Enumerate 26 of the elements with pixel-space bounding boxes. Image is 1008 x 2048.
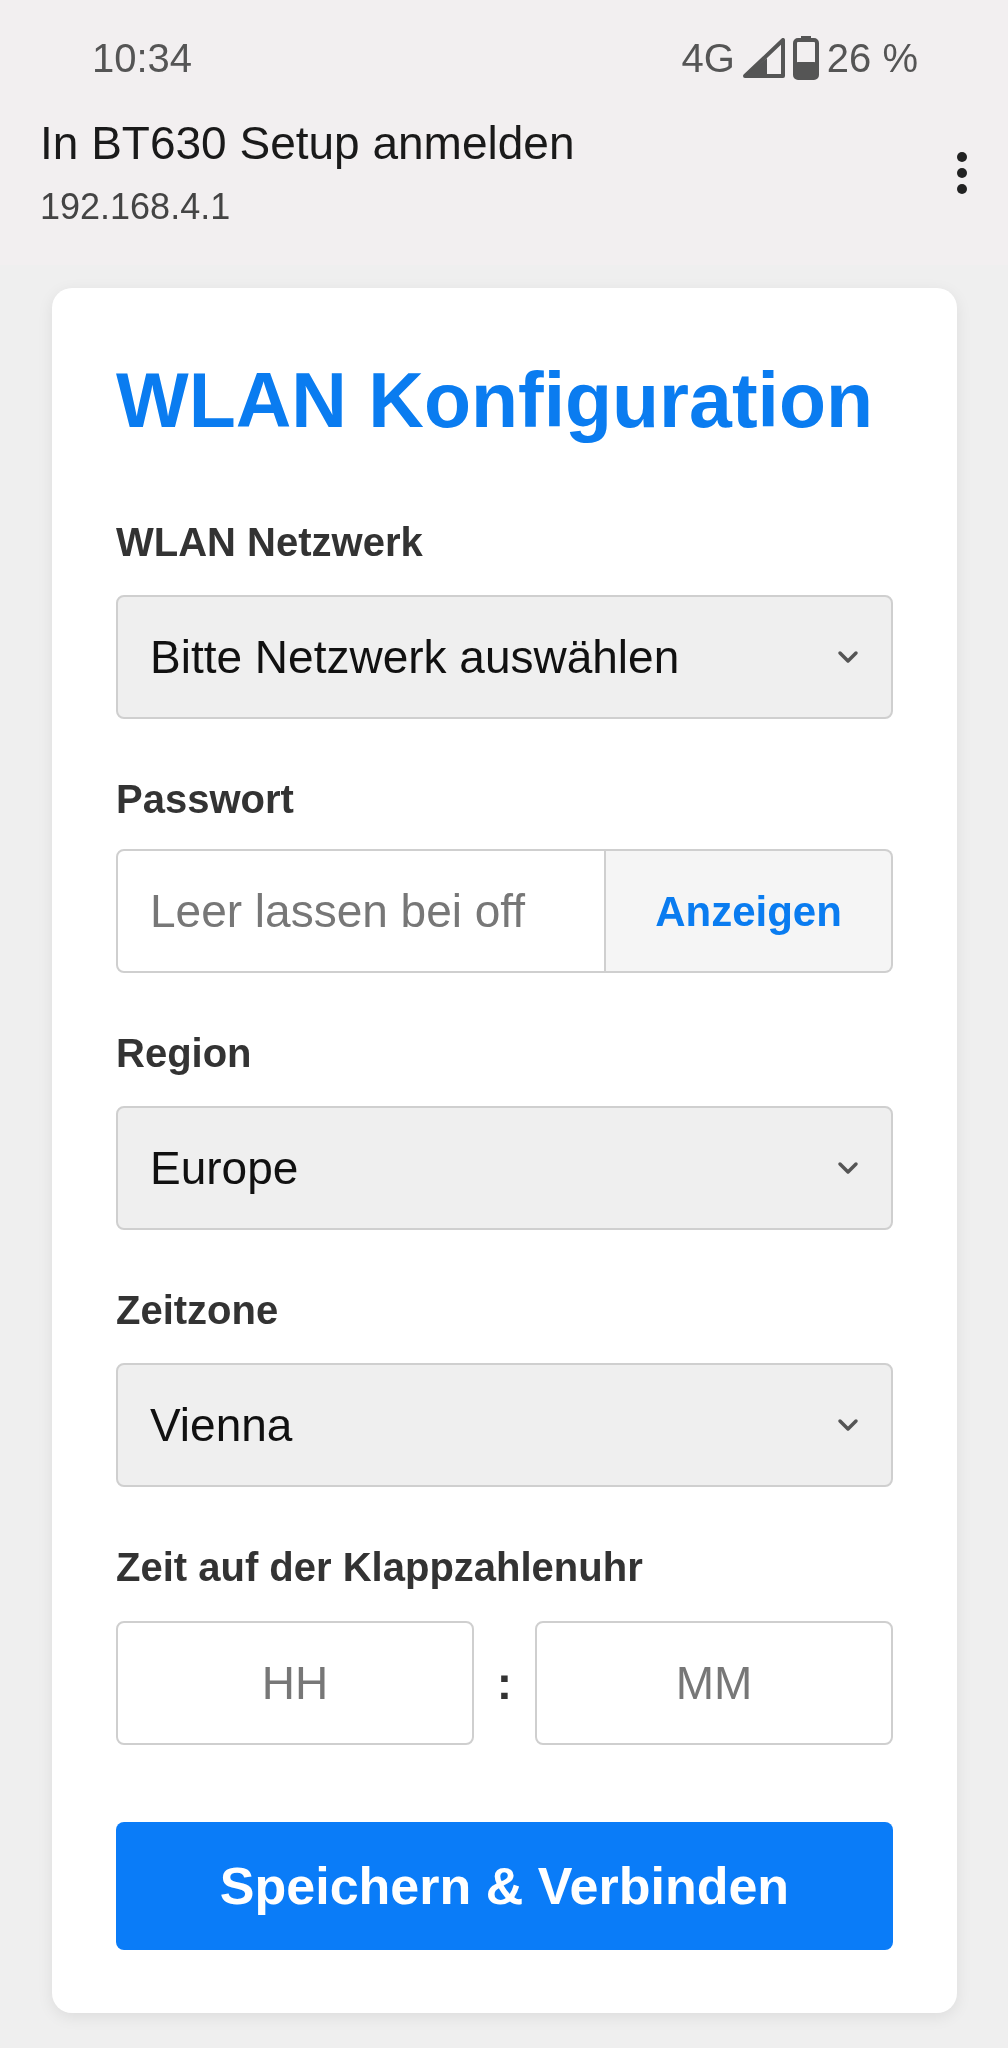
network-type: 4G bbox=[681, 34, 735, 82]
select-field[interactable]: Bitte Netzwerk auswählen bbox=[116, 595, 893, 719]
field-label: Passwort bbox=[116, 776, 295, 823]
signal-icon bbox=[742, 37, 785, 78]
show-password-button[interactable]: Anzeigen bbox=[606, 849, 893, 973]
chevron-down-icon bbox=[837, 1161, 859, 1175]
minutes-field[interactable]: MM bbox=[535, 1621, 893, 1745]
field-label: Zeitzone bbox=[116, 1287, 280, 1334]
password-field[interactable]: Leer lassen bei off bbox=[116, 849, 606, 973]
field-label: Region bbox=[116, 1030, 253, 1077]
form-heading: WLAN Konfiguration bbox=[116, 356, 874, 445]
chevron-down-icon bbox=[837, 650, 859, 664]
save-connect-button[interactable]: Speichern & Verbinden bbox=[116, 1822, 893, 1950]
select-field[interactable]: Vienna bbox=[116, 1363, 893, 1487]
select-field[interactable]: Europe bbox=[116, 1106, 893, 1230]
chevron-down-icon bbox=[837, 1418, 859, 1432]
battery-percent: 26 % bbox=[826, 34, 918, 82]
time-separator: : bbox=[495, 1655, 514, 1711]
field-label: WLAN Netzwerk bbox=[116, 519, 424, 566]
battery-icon bbox=[792, 35, 819, 80]
page-title: In BT630 Setup anmelden bbox=[40, 116, 575, 171]
more-menu-icon[interactable] bbox=[956, 151, 968, 195]
hours-field[interactable]: HH bbox=[116, 1621, 474, 1745]
status-time: 10:34 bbox=[92, 34, 193, 82]
field-label: Zeit auf der Klappzahlenuhr bbox=[116, 1544, 644, 1591]
page-url: 192.168.4.1 bbox=[40, 185, 232, 229]
